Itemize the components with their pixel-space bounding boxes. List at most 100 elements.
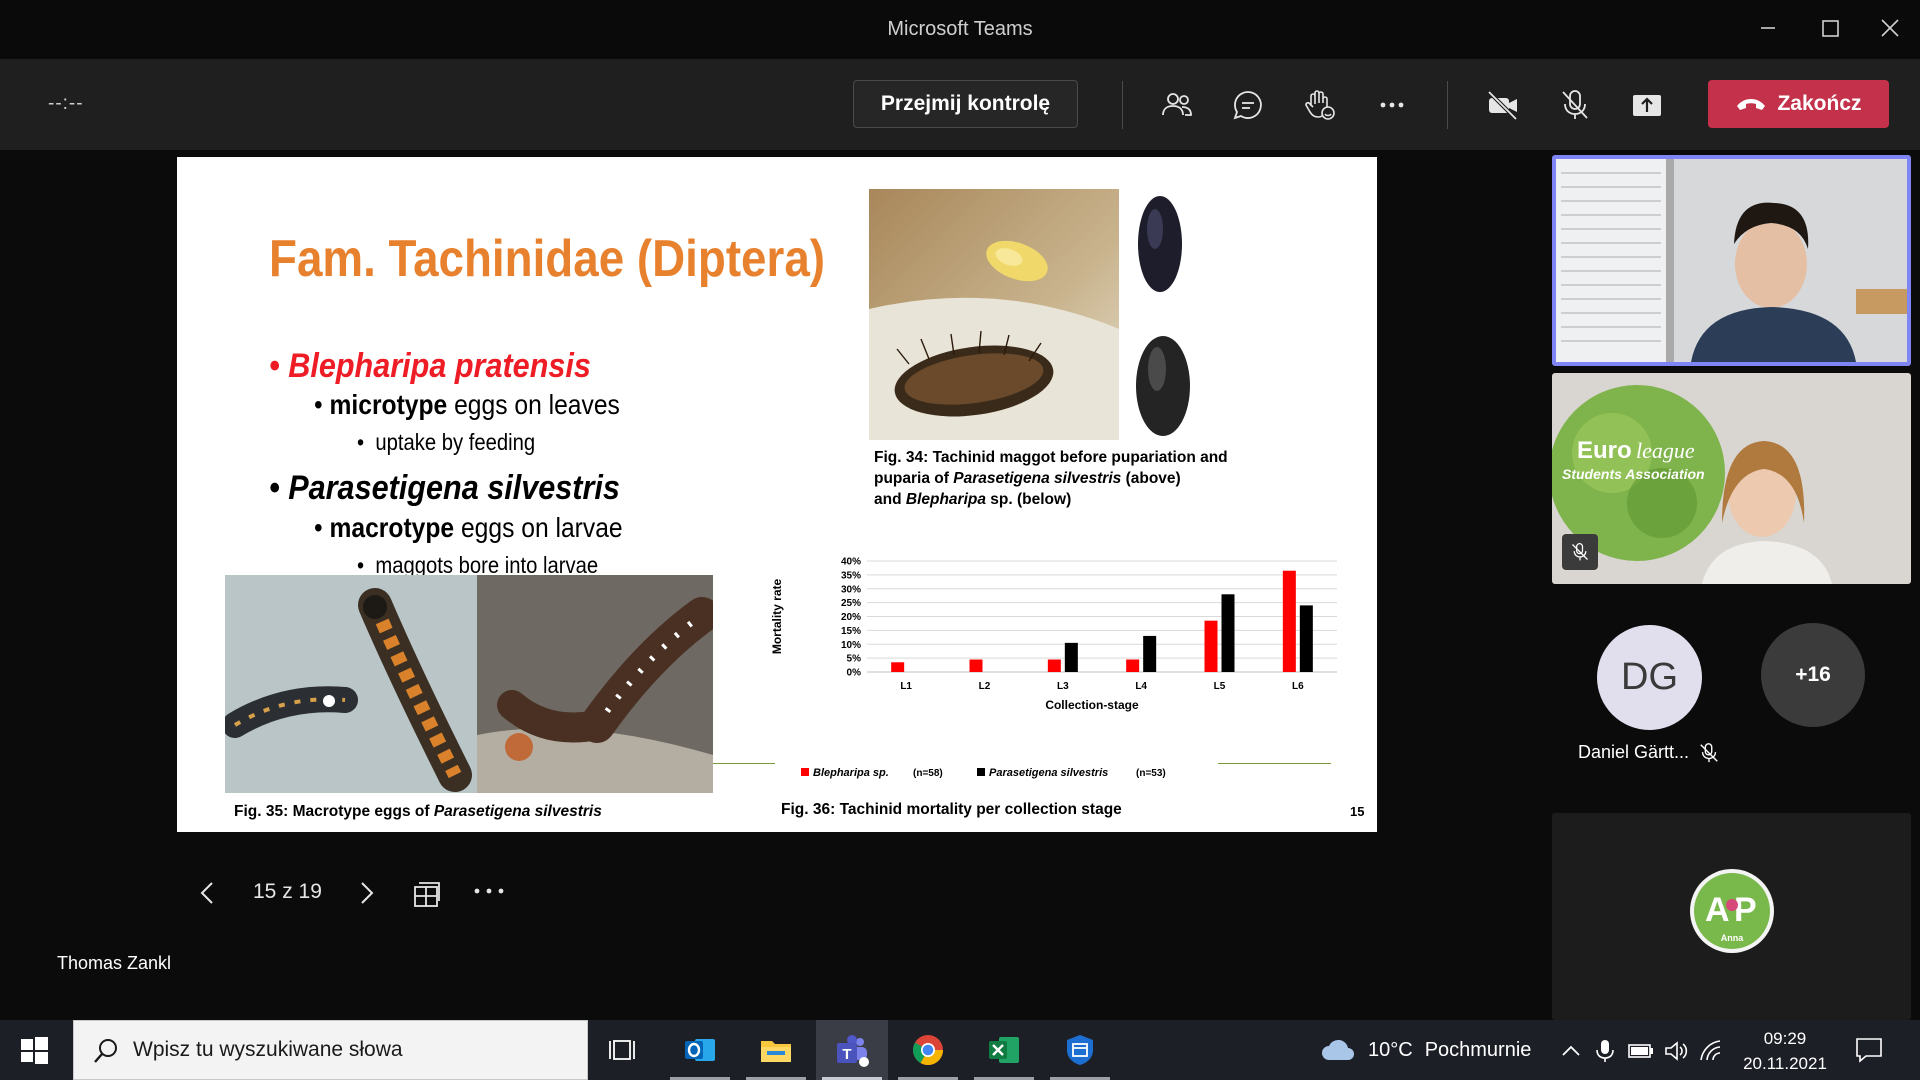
- puparia-photo: [1133, 189, 1203, 440]
- close-window-button[interactable]: [1870, 10, 1910, 46]
- legend-swatch: [801, 768, 809, 776]
- legend-count: (n=53): [1136, 768, 1166, 779]
- chat-icon: [1233, 91, 1262, 120]
- video-tile-active-speaker[interactable]: [1552, 155, 1911, 366]
- participant-rail: Euro league Students Association DG +16 …: [1549, 150, 1920, 1020]
- hang-up-icon: [1737, 99, 1766, 110]
- presenter-name: Thomas Zankl: [57, 953, 172, 973]
- mortality-bar-chart: 0% 5% 10% 15% 20% 25% 30% 35% 40% Mortality rate L…: [770, 557, 1337, 779]
- participant-video: [1556, 159, 1907, 362]
- x-axis-label: Collection-stage: [1045, 698, 1139, 712]
- clock-date: 20.11.2021: [1743, 1054, 1827, 1073]
- anna-logo-letter-a: A: [1705, 891, 1730, 929]
- notifications-button[interactable]: [1854, 1036, 1884, 1064]
- video-tile-participant[interactable]: Euro league Students Association: [1552, 373, 1911, 584]
- end-call-button[interactable]: Zakończ: [1708, 80, 1889, 128]
- fig-35-caption: Fig. 35: Macrotype eggs of Parasetigena …: [234, 801, 602, 822]
- bar-blepharipa-l2: [969, 659, 983, 672]
- weather-widget[interactable]: 10°C Pochmurnie: [1320, 1032, 1531, 1068]
- more-actions-button[interactable]: [1369, 82, 1415, 128]
- excel-app[interactable]: [968, 1020, 1040, 1080]
- wifi-icon[interactable]: [1698, 1038, 1724, 1064]
- participant-muted-badge: [1562, 534, 1598, 570]
- slide-number: 15: [1350, 804, 1365, 819]
- battery-icon[interactable]: [1628, 1038, 1654, 1064]
- presentation-slide: Fam. Tachinidae (Diptera) • Blepharipa p…: [177, 157, 1377, 832]
- fig-34-line-2-pre: puparia of: [874, 470, 954, 487]
- minimize-icon: [1761, 27, 1775, 29]
- legend-count: (n=58): [913, 768, 943, 779]
- x-tick-label: L4: [1135, 681, 1147, 692]
- taskbar-search-box[interactable]: Wpisz tu wyszukiwane słowa: [73, 1020, 588, 1080]
- y-tick-label: 35%: [841, 570, 861, 581]
- egg-type-1-rest: eggs on leaves: [447, 389, 620, 420]
- bar-parasetigena-l6: [1299, 605, 1313, 672]
- y-tick-label: 20%: [841, 612, 861, 623]
- share-icon: [1633, 95, 1661, 116]
- species-1-detail: uptake by feeding: [375, 429, 536, 455]
- maximize-icon: [1822, 20, 1839, 37]
- euroleague-logo-subtitle: Students Association: [1562, 466, 1705, 482]
- volume-icon[interactable]: [1663, 1038, 1689, 1064]
- file-explorer-app[interactable]: [740, 1020, 812, 1080]
- y-tick-label: 10%: [841, 640, 861, 651]
- slide-more-button[interactable]: [469, 876, 509, 906]
- chrome-app[interactable]: [892, 1020, 964, 1080]
- egg-type-1: microtype: [329, 389, 448, 420]
- mic-toggle-button[interactable]: [1552, 82, 1598, 128]
- y-tick-label: 25%: [841, 598, 861, 609]
- reactions-icon: [1305, 90, 1335, 120]
- previous-slide-button[interactable]: [195, 878, 221, 908]
- share-content-button[interactable]: [1624, 82, 1670, 128]
- bar-parasetigena-l5: [1221, 594, 1235, 672]
- take-control-button[interactable]: Przejmij kontrolę: [853, 80, 1078, 128]
- end-call-label: Zakończ: [1777, 92, 1862, 115]
- search-icon: [94, 1039, 117, 1063]
- maggot-larva-photo: [869, 189, 1119, 440]
- outlook-app[interactable]: [664, 1020, 736, 1080]
- fig-34-line-3-pre: and: [874, 491, 906, 508]
- teams-app[interactable]: T: [816, 1020, 888, 1080]
- x-tick-label: L3: [1057, 681, 1069, 692]
- y-axis-label: Mortality rate: [770, 579, 784, 655]
- fig-36-caption: Fig. 36: Tachinid mortality per collecti…: [781, 801, 1122, 818]
- participants-button[interactable]: [1154, 82, 1200, 128]
- slide-grid-button[interactable]: [411, 878, 443, 910]
- legend-swatch: [977, 768, 985, 776]
- fig-34-line-2-post: (above): [1121, 470, 1181, 487]
- x-tick-label: L2: [979, 681, 991, 692]
- caterpillar-photo-1: [225, 575, 477, 793]
- participant-avatar-dg[interactable]: DG: [1597, 625, 1702, 730]
- caterpillar-photo-2: [477, 575, 713, 793]
- clock-time: 09:29: [1763, 1029, 1807, 1048]
- more-participants-button[interactable]: +16: [1761, 623, 1865, 727]
- minimize-button[interactable]: [1748, 10, 1788, 46]
- toolbar-divider: [1447, 81, 1448, 129]
- weather-description: Pochmurnie: [1424, 1038, 1532, 1061]
- x-tick-label: L5: [1214, 681, 1226, 692]
- y-tick-label: 15%: [841, 626, 861, 637]
- task-view-button[interactable]: [588, 1020, 660, 1080]
- excel-icon: [989, 1037, 1019, 1063]
- windows-taskbar: Wpisz tu wyszukiwane słowa T 10°C Pochmu…: [0, 1020, 1920, 1080]
- taskbar-clock[interactable]: 09:29 20.11.2021: [1740, 1026, 1830, 1076]
- maximize-button[interactable]: [1810, 10, 1850, 46]
- microphone-in-use-icon[interactable]: [1592, 1038, 1618, 1064]
- egg-type-2: macrotype: [329, 512, 455, 543]
- show-hidden-icons-button[interactable]: [1558, 1038, 1584, 1064]
- fig-34-line-3-genus: Blepharipa: [905, 491, 986, 508]
- participant-video: Euro league Students Association: [1552, 373, 1911, 584]
- start-button[interactable]: [18, 1034, 50, 1066]
- chat-button[interactable]: [1225, 82, 1271, 128]
- people-icon: [1162, 93, 1192, 116]
- bar-parasetigena-l3: [1064, 642, 1078, 672]
- video-tile-anna[interactable]: A P Anna: [1552, 813, 1911, 1020]
- toolbar-divider: [1122, 81, 1123, 129]
- camera-toggle-button[interactable]: [1480, 82, 1526, 128]
- reactions-button[interactable]: [1297, 82, 1343, 128]
- notification-icon: [1856, 1038, 1882, 1063]
- defender-app[interactable]: [1044, 1020, 1116, 1080]
- fig-35-species: Parasetigena silvestris: [433, 803, 602, 820]
- next-slide-button[interactable]: [353, 878, 379, 908]
- task-view-icon: [609, 1040, 635, 1060]
